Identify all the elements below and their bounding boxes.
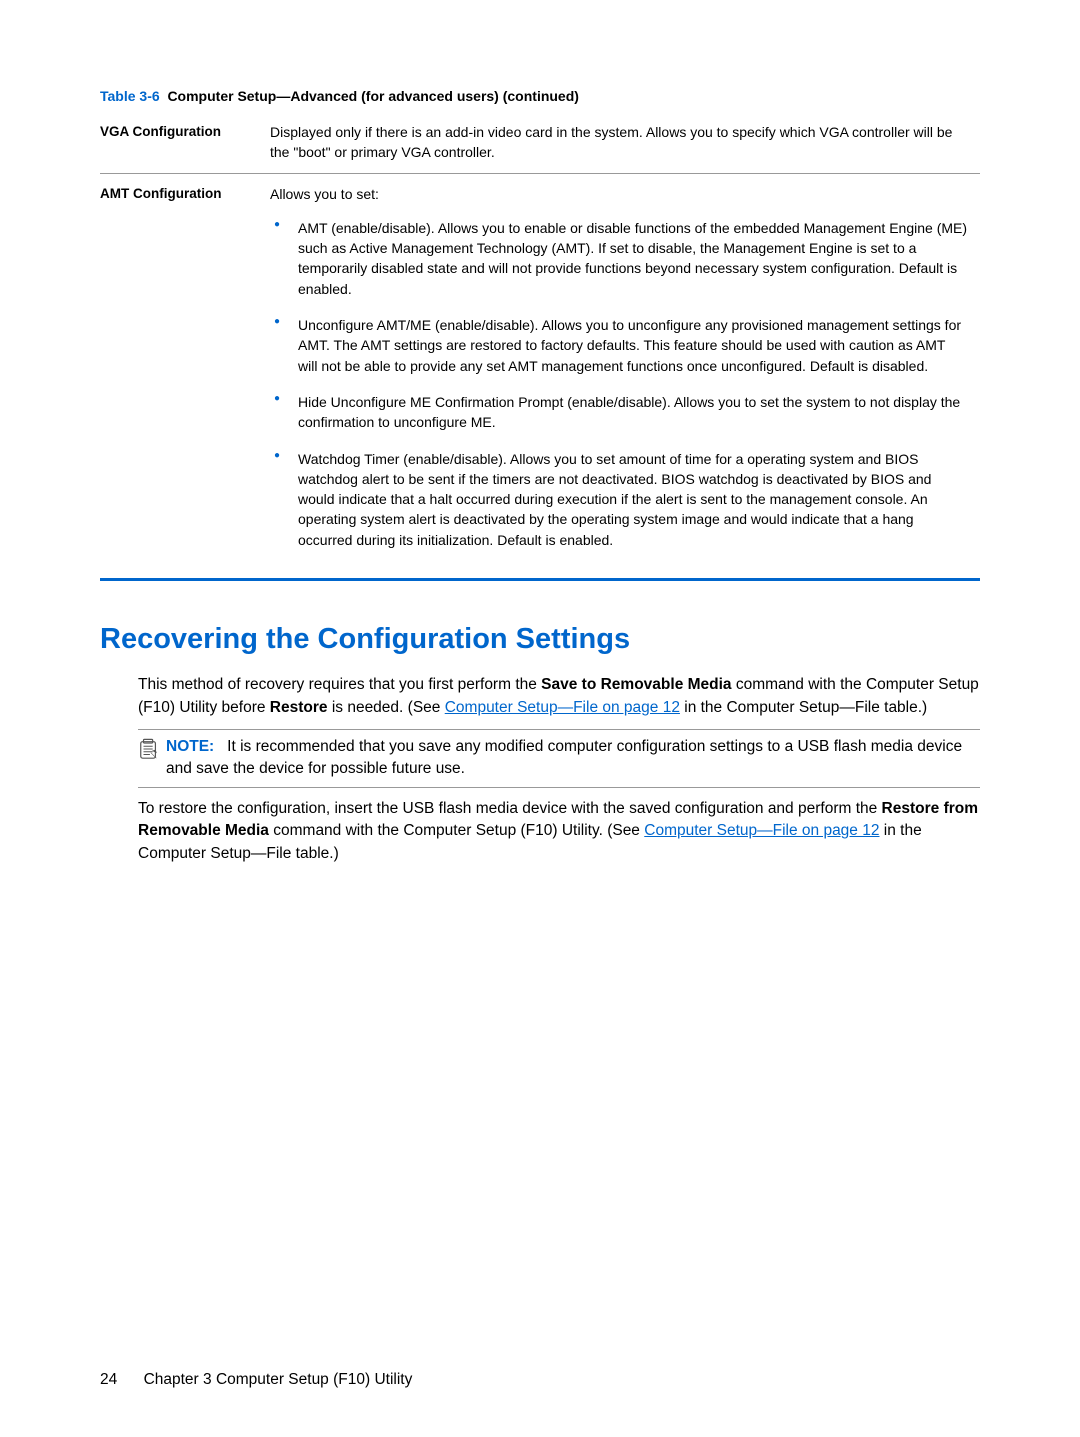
paragraph: This method of recovery requires that yo… xyxy=(138,674,980,719)
list-item: Watchdog Timer (enable/disable). Allows … xyxy=(270,449,968,550)
table-bottom-rule xyxy=(100,578,980,581)
table-title-text: Computer Setup—Advanced (for advanced us… xyxy=(167,88,579,104)
list-item: Unconfigure AMT/ME (enable/disable). All… xyxy=(270,315,968,376)
setup-table: VGA Configuration Displayed only if ther… xyxy=(100,112,980,576)
text: in the Computer Setup—File table.) xyxy=(680,699,927,716)
chapter-label: Chapter 3 Computer Setup (F10) Utility xyxy=(144,1371,413,1388)
note-body xyxy=(219,738,228,755)
row-label: VGA Configuration xyxy=(100,112,270,173)
note-body-text: It is recommended that you save any modi… xyxy=(166,738,962,777)
table-caption: Table 3-6 Computer Setup—Advanced (for a… xyxy=(100,88,980,104)
xref-link[interactable]: Computer Setup—File on page 12 xyxy=(445,699,680,716)
row-content: Allows you to set: AMT (enable/disable).… xyxy=(270,173,980,576)
bold-text: Restore xyxy=(270,699,328,716)
note-label: NOTE: xyxy=(166,738,214,755)
text: is needed. (See xyxy=(328,699,445,716)
row-intro: Allows you to set: xyxy=(270,184,968,204)
text: To restore the configuration, insert the… xyxy=(138,800,882,817)
text: This method of recovery requires that yo… xyxy=(138,676,541,693)
bullet-list: AMT (enable/disable). Allows you to enab… xyxy=(270,218,968,550)
text: command with the Computer Setup (F10) Ut… xyxy=(269,822,644,839)
page-number: 24 xyxy=(100,1371,117,1389)
page-footer: 24 Chapter 3 Computer Setup (F10) Utilit… xyxy=(100,1371,412,1389)
note-block: NOTE: It is recommended that you save an… xyxy=(138,729,980,788)
list-item: AMT (enable/disable). Allows you to enab… xyxy=(270,218,968,299)
xref-link[interactable]: Computer Setup—File on page 12 xyxy=(644,822,879,839)
table-row: VGA Configuration Displayed only if ther… xyxy=(100,112,980,173)
row-label: AMT Configuration xyxy=(100,173,270,576)
table-number: Table 3-6 xyxy=(100,88,160,104)
bold-text: Save to Removable Media xyxy=(541,676,731,693)
section-heading: Recovering the Configuration Settings xyxy=(100,623,980,656)
table-row: AMT Configuration Allows you to set: AMT… xyxy=(100,173,980,576)
section-body: This method of recovery requires that yo… xyxy=(100,674,980,865)
note-text: NOTE: It is recommended that you save an… xyxy=(166,736,980,781)
row-content: Displayed only if there is an add-in vid… xyxy=(270,112,980,173)
list-item: Hide Unconfigure ME Confirmation Prompt … xyxy=(270,392,968,433)
paragraph: To restore the configuration, insert the… xyxy=(138,798,980,865)
note-icon xyxy=(138,738,160,760)
